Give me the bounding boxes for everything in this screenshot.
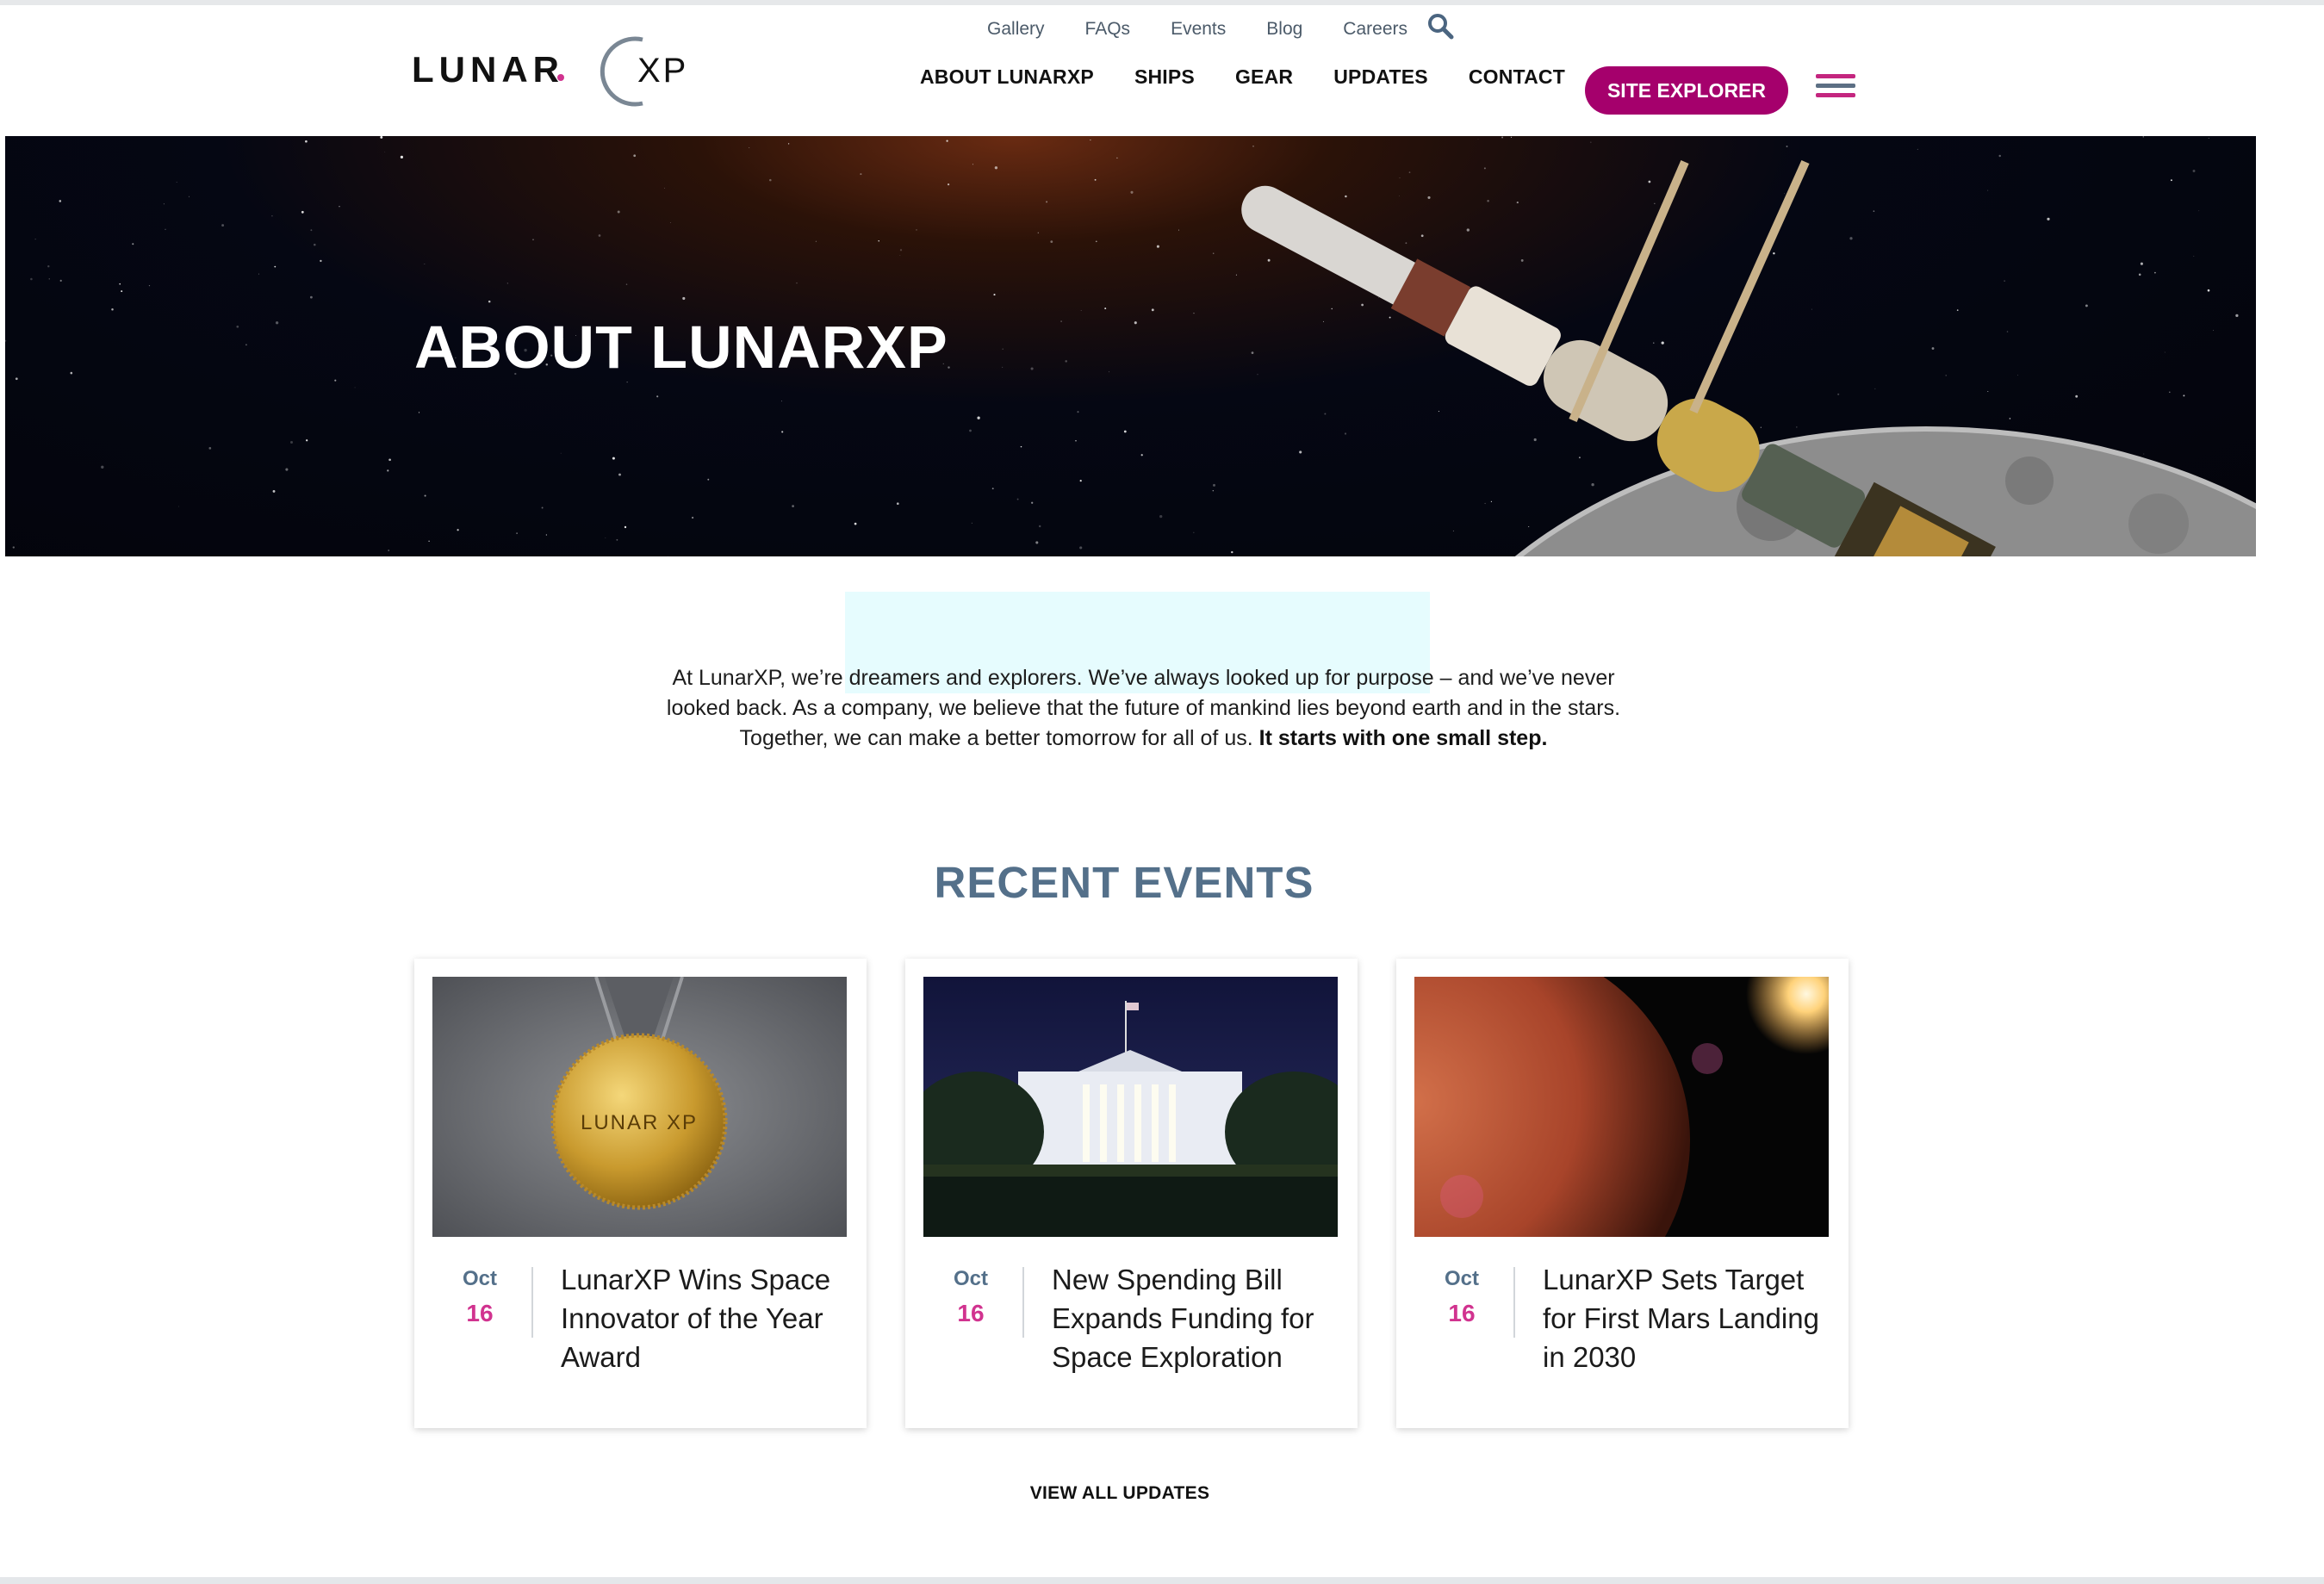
search-icon[interactable]: [1426, 12, 1456, 41]
nav-contact[interactable]: CONTACT: [1469, 65, 1565, 89]
svg-text:LUNAR XP: LUNAR XP: [581, 1111, 698, 1134]
util-link-faqs[interactable]: FAQs: [1085, 19, 1131, 40]
recent-events-heading: RECENT EVENTS: [934, 858, 1314, 907]
event-card-3[interactable]: Oct 16 LunarXP Sets Target for First Mar…: [1396, 959, 1849, 1428]
event-day: 16: [1448, 1300, 1476, 1326]
event-image-gold-medal[interactable]: LUNAR XP: [432, 977, 847, 1237]
event-date: Oct 16: [940, 1267, 1002, 1327]
event-card-2[interactable]: Oct 16 New Spending Bill Expands Funding…: [905, 959, 1358, 1428]
hero-title: ABOUT LUNARXP: [414, 314, 948, 381]
event-title[interactable]: LunarXP Wins Space Innovator of the Year…: [561, 1260, 845, 1376]
date-divider: [1513, 1267, 1515, 1338]
util-link-blog[interactable]: Blog: [1266, 19, 1302, 40]
white-house-night-image: [923, 977, 1338, 1237]
hamburger-menu-icon[interactable]: [1816, 74, 1855, 103]
svg-text:XP: XP: [637, 52, 688, 90]
date-divider: [531, 1267, 533, 1338]
utility-nav: Gallery FAQs Events Blog Careers: [947, 14, 1456, 41]
lunarxp-logo[interactable]: LUNAR XP: [412, 33, 748, 110]
nav-about[interactable]: ABOUT LUNARXP: [920, 65, 1094, 89]
hero-banner: ABOUT LUNARXP: [5, 136, 2256, 556]
intro-emphasis: It starts with one small step.: [1258, 726, 1548, 750]
mars-planet-image: [1414, 977, 1829, 1237]
svg-text:LUNAR: LUNAR: [412, 49, 564, 90]
gold-medal-image: LUNAR XP: [432, 977, 847, 1237]
event-month: Oct: [953, 1267, 988, 1290]
event-title[interactable]: LunarXP Sets Target for First Mars Landi…: [1543, 1260, 1827, 1376]
event-date: Oct 16: [1431, 1267, 1493, 1327]
nav-ships[interactable]: SHIPS: [1134, 65, 1195, 89]
nav-updates[interactable]: UPDATES: [1333, 65, 1428, 89]
util-link-events[interactable]: Events: [1171, 19, 1226, 40]
event-image-white-house[interactable]: [923, 977, 1338, 1237]
intro-paragraph: At LunarXP, we’re dreamers and explorers…: [651, 663, 1636, 754]
util-link-careers[interactable]: Careers: [1343, 19, 1407, 40]
top-border: [0, 0, 2324, 5]
event-month: Oct: [462, 1267, 497, 1290]
nav-gear[interactable]: GEAR: [1235, 65, 1293, 89]
event-title[interactable]: New Spending Bill Expands Funding for Sp…: [1052, 1260, 1336, 1376]
event-image-mars[interactable]: [1414, 977, 1829, 1237]
bottom-border: [0, 1577, 2324, 1584]
event-month: Oct: [1444, 1267, 1479, 1290]
util-link-gallery[interactable]: Gallery: [987, 19, 1045, 40]
site-explorer-button[interactable]: SITE EXPLORER: [1585, 66, 1788, 115]
date-divider: [1022, 1267, 1024, 1338]
event-day: 16: [466, 1300, 494, 1326]
view-all-updates-link[interactable]: VIEW ALL UPDATES: [0, 1483, 2240, 1504]
event-date: Oct 16: [449, 1267, 511, 1327]
space-station-illustration: [5, 136, 2256, 556]
event-day: 16: [957, 1300, 985, 1326]
main-nav: ABOUT LUNARXP SHIPS GEAR UPDATES CONTACT: [920, 65, 1606, 89]
logo-mark: LUNAR XP: [412, 36, 688, 107]
event-card-1[interactable]: LUNAR XP Oct 16 LunarXP Wins Space Innov…: [414, 959, 867, 1428]
